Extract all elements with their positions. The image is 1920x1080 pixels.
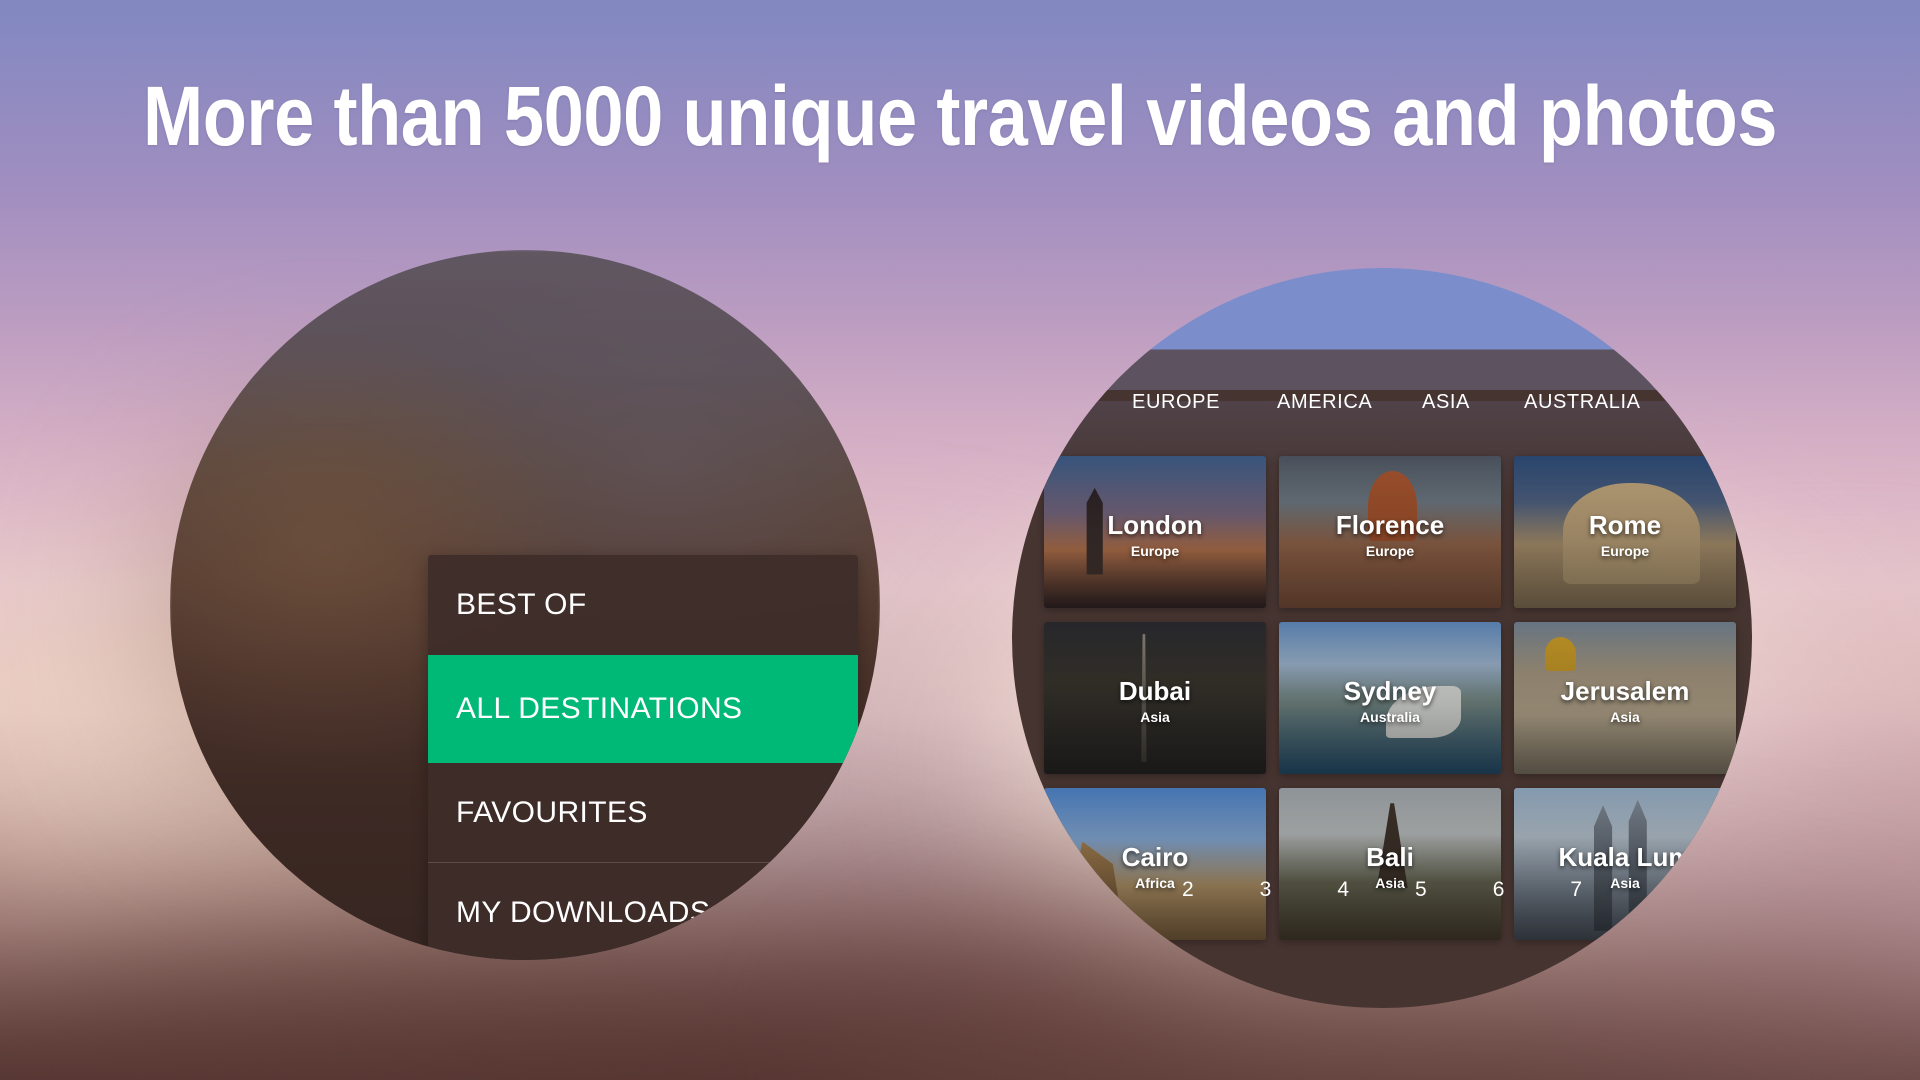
destination-card[interactable]: Dubai Asia xyxy=(1044,622,1266,774)
pagination-page-4[interactable]: 4 xyxy=(1337,878,1349,902)
category-tab-bar: EUROPE AMERICA ASIA AUSTRALIA xyxy=(1012,376,1752,428)
destination-card[interactable]: Jerusalem Asia xyxy=(1514,622,1736,774)
destination-caption: Jerusalem Asia xyxy=(1514,676,1736,726)
destination-card-grid: London Europe Florence Europe Rome Europe Duba… xyxy=(1044,456,1744,940)
pagination-page-5[interactable]: 5 xyxy=(1415,878,1427,902)
left-circle-screenshot: BEST OF ALL DESTINATIONS FAVOURITES MY D… xyxy=(170,250,880,960)
destination-region: Asia xyxy=(1610,709,1640,726)
right-circle-screenshot: EUROPE AMERICA ASIA AUSTRALIA London Euro… xyxy=(1012,268,1752,1008)
menu-item-best-of[interactable]: BEST OF xyxy=(428,555,858,655)
destination-caption: Rome Europe xyxy=(1514,510,1736,560)
menu-item-label: FAVOURITES xyxy=(456,796,648,829)
tab-america[interactable]: AMERICA xyxy=(1277,391,1372,414)
menu-item-favourites[interactable]: FAVOURITES xyxy=(428,763,858,863)
destination-title: Kuala Lum xyxy=(1558,842,1692,873)
menu-item-my-downloads[interactable]: MY DOWNLOADS xyxy=(428,863,858,960)
pagination-page-2[interactable]: 2 xyxy=(1182,878,1194,902)
destination-caption: Dubai Asia xyxy=(1044,676,1266,726)
destination-region: Asia xyxy=(1140,709,1170,726)
menu-item-all-destinations[interactable]: ALL DESTINATIONS xyxy=(428,655,858,763)
tab-asia[interactable]: ASIA xyxy=(1422,391,1470,414)
destination-card[interactable]: Kuala Lum Asia xyxy=(1514,788,1736,940)
destination-card[interactable]: Cairo Africa xyxy=(1044,788,1266,940)
destination-title: Rome xyxy=(1588,510,1662,541)
pagination-page-7[interactable]: 7 xyxy=(1570,878,1582,902)
destination-title: Dubai xyxy=(1118,676,1192,707)
tab-australia[interactable]: AUSTRALIA xyxy=(1524,391,1641,414)
destination-card[interactable]: London Europe xyxy=(1044,456,1266,608)
menu-item-label: ALL DESTINATIONS xyxy=(456,692,743,725)
navigation-menu: BEST OF ALL DESTINATIONS FAVOURITES MY D… xyxy=(428,555,858,960)
destination-card[interactable]: Rome Europe xyxy=(1514,456,1736,608)
destination-card[interactable]: Florence Europe xyxy=(1279,456,1501,608)
destination-region: Europe xyxy=(1365,543,1415,560)
tab-europe[interactable]: EUROPE xyxy=(1132,391,1220,414)
destination-title: London xyxy=(1107,510,1203,541)
destination-card[interactable]: Bali Asia xyxy=(1279,788,1501,940)
destination-title: Sydney xyxy=(1343,676,1437,707)
destination-title: Bali xyxy=(1366,842,1414,873)
menu-item-label: BEST OF xyxy=(456,588,587,621)
menu-item-label: MY DOWNLOADS xyxy=(456,896,711,929)
destination-region: Europe xyxy=(1600,543,1650,560)
destination-caption: London Europe xyxy=(1044,510,1266,560)
destination-title: Cairo xyxy=(1121,842,1189,873)
destination-caption: Florence Europe xyxy=(1279,510,1501,560)
pagination: 2 3 4 5 6 7 xyxy=(1012,878,1752,902)
destination-region: Europe xyxy=(1130,543,1180,560)
page-title: More than 5000 unique travel videos and … xyxy=(142,69,1778,163)
pagination-page-6[interactable]: 6 xyxy=(1493,878,1505,902)
pagination-page-3[interactable]: 3 xyxy=(1260,878,1272,902)
destination-card[interactable]: Sydney Australia xyxy=(1279,622,1501,774)
destination-region: Australia xyxy=(1360,709,1420,726)
destination-caption: Sydney Australia xyxy=(1279,676,1501,726)
destination-title: Jerusalem xyxy=(1560,676,1690,707)
destination-title: Florence xyxy=(1335,510,1445,541)
